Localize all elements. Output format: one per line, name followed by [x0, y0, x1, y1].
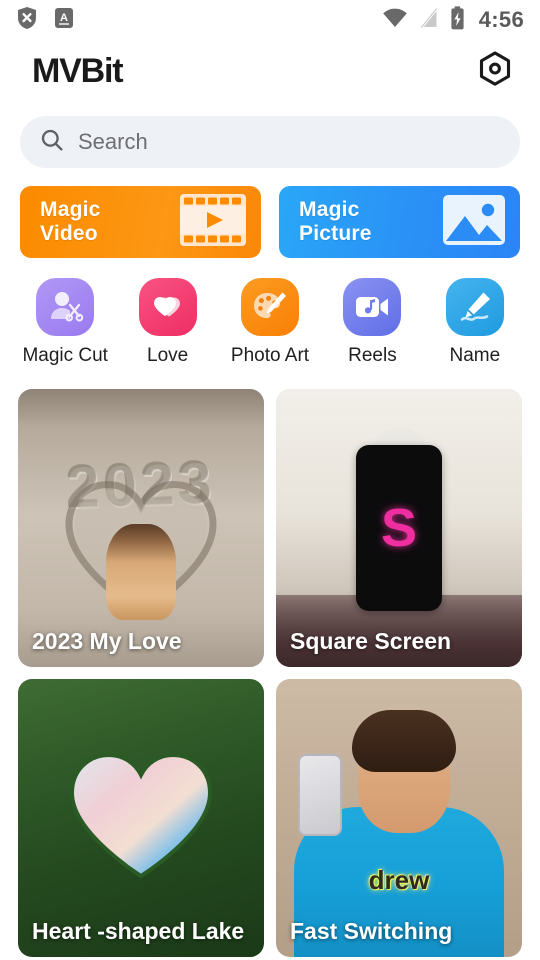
selfie-hair: [351, 709, 456, 772]
no-sim-icon: [419, 6, 439, 34]
category-name[interactable]: Name: [424, 278, 526, 367]
search-input-placeholder[interactable]: Search: [78, 129, 148, 155]
card-thumbnail: drew: [276, 679, 522, 957]
magic-picture-title: Magic Picture: [299, 198, 372, 245]
card-title: 2023 My Love: [32, 628, 182, 654]
svg-text:A: A: [60, 12, 68, 24]
pen-signature-icon: [445, 278, 504, 336]
status-left-icons: A: [16, 6, 74, 35]
photo-mountain-icon: [442, 194, 506, 251]
search-section: Search: [0, 102, 540, 168]
led-character: S: [380, 498, 418, 558]
category-label: Name: [449, 345, 501, 366]
lake-heart-shape: [69, 753, 213, 879]
magic-picture-banner[interactable]: Magic Picture: [279, 186, 520, 258]
a-badge-icon: A: [54, 7, 74, 34]
template-card-square-screen[interactable]: S Square Screen: [276, 389, 522, 667]
template-card-heart-shaped-lake[interactable]: Heart -shaped Lake: [18, 679, 264, 957]
banner-row: Magic Video Magic Picture: [0, 168, 540, 258]
search-bar[interactable]: Search: [20, 116, 520, 168]
settings-hex-icon: [478, 50, 512, 92]
card-thumbnail: [18, 679, 264, 957]
card-title: Square Screen: [290, 628, 452, 654]
settings-button[interactable]: [472, 48, 518, 94]
card-title: Fast Switching: [290, 918, 453, 944]
status-bar: A 4:56: [0, 0, 540, 40]
app-header: MVBit: [0, 40, 540, 102]
card-thumbnail: S: [276, 389, 522, 667]
app-logo: MVBit: [32, 51, 124, 90]
magic-video-title: Magic Video: [40, 198, 101, 245]
hoodie-text: drew: [368, 864, 430, 895]
palette-brush-icon: [241, 278, 300, 336]
card-title: Heart -shaped Lake: [32, 918, 245, 944]
battery-charging-icon: [450, 5, 465, 35]
search-icon: [40, 128, 64, 157]
card-thumbnail: 2023: [18, 389, 264, 667]
sand-photo-subject: [106, 524, 176, 621]
category-magic-cut[interactable]: Magic Cut: [14, 278, 116, 367]
hearts-icon: [138, 278, 197, 336]
phone-overlay: S: [356, 445, 442, 611]
category-photo-art[interactable]: Photo Art: [219, 278, 321, 367]
film-play-icon: [179, 193, 247, 252]
wifi-icon: [382, 7, 408, 34]
magic-video-banner[interactable]: Magic Video: [20, 186, 261, 258]
category-label: Reels: [348, 345, 397, 366]
status-right-icons: 4:56: [382, 5, 524, 35]
person-scissors-icon: [36, 278, 95, 336]
template-card-2023-my-love[interactable]: 2023 2023 My Love: [18, 389, 264, 667]
status-time: 4:56: [478, 7, 524, 32]
video-music-icon: [343, 278, 402, 336]
selfie-phone: [298, 754, 343, 837]
category-label: Love: [147, 345, 189, 366]
template-grid: 2023 2023 My Love S Square Screen Heart …: [0, 367, 540, 957]
category-love[interactable]: Love: [116, 278, 218, 367]
shield-x-icon: [16, 6, 38, 35]
category-reels[interactable]: Reels: [321, 278, 423, 367]
category-row: Magic Cut Love Photo Art Reels Name: [0, 258, 540, 367]
template-card-fast-switching[interactable]: drew Fast Switching: [276, 679, 522, 957]
category-label: Photo Art: [230, 345, 310, 366]
category-label: Magic Cut: [22, 345, 108, 366]
